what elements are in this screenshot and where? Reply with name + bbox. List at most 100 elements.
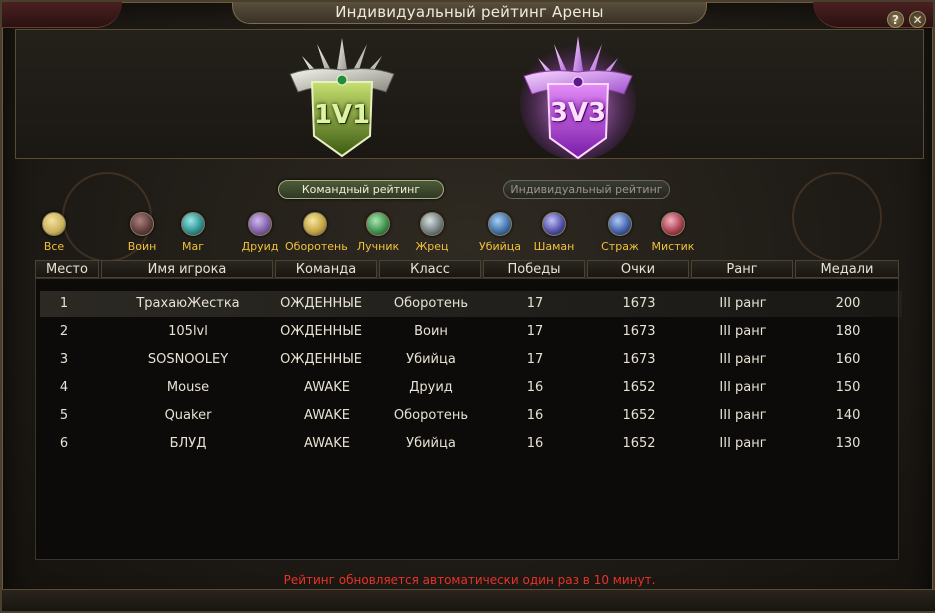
cell-medals: 200 bbox=[835, 296, 861, 311]
ranking-table-body: 1 ТрахаюЖестка ОЖДЕННЫЕ Оборотень 17 167… bbox=[35, 278, 902, 560]
column-header-medals[interactable]: Медали bbox=[795, 260, 899, 278]
cell-wins: 16 bbox=[526, 380, 544, 395]
cell-team: AWAKE bbox=[304, 408, 350, 423]
class-filter-label: Мистик bbox=[651, 240, 695, 253]
window-title: Индивидуальный рейтинг Арены bbox=[335, 3, 604, 21]
cell-points: 1673 bbox=[622, 352, 656, 367]
cell-wins: 16 bbox=[526, 408, 544, 423]
cell-place: 5 bbox=[59, 408, 69, 423]
cell-place: 1 bbox=[59, 296, 69, 311]
cell-class: Оборотень bbox=[393, 296, 469, 311]
arena-rating-window: Индивидуальный рейтинг Арены ? ✕ 1V1 3V3… bbox=[0, 0, 935, 613]
update-notice: Рейтинг обновляется автоматически один р… bbox=[283, 573, 656, 587]
cell-class: Друид bbox=[409, 380, 453, 395]
ranking-table-header: Место Имя игрока Команда Класс Победы Оч… bbox=[35, 260, 899, 278]
class-filter-all[interactable]: Все bbox=[24, 212, 84, 253]
cell-class: Убийца bbox=[406, 436, 456, 451]
column-header-wins[interactable]: Победы bbox=[483, 260, 585, 278]
archer-icon bbox=[366, 212, 390, 236]
cell-team: AWAKE bbox=[304, 436, 350, 451]
cell-player: SOSNOOLEY bbox=[147, 352, 229, 367]
cell-team: ОЖДЕННЫЕ bbox=[280, 296, 362, 311]
column-header-player[interactable]: Имя игрока bbox=[101, 260, 273, 278]
class-filter-guardian[interactable]: Страж bbox=[590, 212, 650, 253]
cell-place: 2 bbox=[59, 324, 69, 339]
cell-rank: III ранг bbox=[719, 380, 767, 395]
cell-class: Убийца bbox=[406, 352, 456, 367]
table-row[interactable]: 3 SOSNOOLEY ОЖДЕННЫЕ Убийца 17 1673 III … bbox=[40, 347, 902, 373]
column-header-team[interactable]: Команда bbox=[275, 260, 377, 278]
cell-class: Оборотень bbox=[393, 408, 469, 423]
cell-class: Воин bbox=[414, 324, 448, 339]
cell-place: 6 bbox=[59, 436, 69, 451]
class-filter-mystic[interactable]: Мистик bbox=[643, 212, 703, 253]
cell-player: БЛУД bbox=[169, 436, 207, 451]
class-filter-label: Друид bbox=[241, 240, 279, 253]
cell-medals: 160 bbox=[835, 352, 861, 367]
mystic-icon bbox=[661, 212, 685, 236]
class-filter-label: Все bbox=[43, 240, 65, 253]
cell-medals: 150 bbox=[835, 380, 861, 395]
druid-icon bbox=[248, 212, 272, 236]
shaman-icon bbox=[542, 212, 566, 236]
cell-rank: III ранг bbox=[719, 352, 767, 367]
cell-medals: 130 bbox=[835, 436, 861, 451]
title-bar: Индивидуальный рейтинг Арены bbox=[232, 2, 707, 24]
cell-player: ТрахаюЖестка bbox=[136, 296, 240, 311]
shield-1v1-icon bbox=[289, 38, 395, 158]
table-row[interactable]: 5 Quaker AWAKE Оборотень 16 1652 III ран… bbox=[40, 403, 902, 429]
mode-1v1-emblem[interactable]: 1V1 bbox=[282, 36, 402, 158]
corner-ornament-left bbox=[2, 2, 122, 28]
column-header-points[interactable]: Очки bbox=[587, 260, 689, 278]
class-filter-label: Страж bbox=[601, 240, 639, 253]
column-header-class[interactable]: Класс bbox=[379, 260, 481, 278]
cell-medals: 180 bbox=[835, 324, 861, 339]
cell-team: AWAKE bbox=[304, 380, 350, 395]
table-row[interactable]: 6 БЛУД AWAKE Убийца 16 1652 III ранг 130 bbox=[40, 431, 902, 457]
cell-rank: III ранг bbox=[719, 324, 767, 339]
cell-player: Mouse bbox=[166, 380, 210, 395]
table-row[interactable]: 2 105lvl ОЖДЕННЫЕ Воин 17 1673 III ранг … bbox=[40, 319, 902, 345]
class-filter-label: Оборотень bbox=[285, 240, 348, 253]
mode-3v3-emblem[interactable]: 3V3 bbox=[516, 36, 640, 160]
table-row[interactable]: 1 ТрахаюЖестка ОЖДЕННЫЕ Оборотень 17 167… bbox=[40, 291, 902, 317]
class-filter-werewolf[interactable]: Оборотень bbox=[285, 212, 348, 253]
table-row[interactable]: 4 Mouse AWAKE Друид 16 1652 III ранг 150 bbox=[40, 375, 902, 401]
cell-points: 1673 bbox=[622, 296, 656, 311]
werewolf-icon bbox=[303, 212, 327, 236]
warrior-icon bbox=[130, 212, 154, 236]
cell-wins: 17 bbox=[526, 324, 544, 339]
help-button[interactable]: ? bbox=[887, 11, 904, 28]
cell-points: 1652 bbox=[622, 408, 656, 423]
column-header-rank[interactable]: Ранг bbox=[691, 260, 793, 278]
cell-place: 4 bbox=[59, 380, 69, 395]
cell-points: 1673 bbox=[622, 324, 656, 339]
assassin-icon bbox=[488, 212, 512, 236]
mage-icon bbox=[181, 212, 205, 236]
cell-medals: 140 bbox=[835, 408, 861, 423]
cell-wins: 17 bbox=[526, 296, 544, 311]
cell-player: Quaker bbox=[164, 408, 212, 423]
cell-rank: III ранг bbox=[719, 436, 767, 451]
tab-team-rating[interactable]: Командный рейтинг bbox=[278, 180, 444, 199]
class-filter-label: Лучник bbox=[356, 240, 400, 253]
cell-place: 3 bbox=[59, 352, 69, 367]
tab-individual-rating[interactable]: Индивидуальный рейтинг bbox=[503, 180, 670, 199]
ornament-right bbox=[792, 172, 882, 262]
class-filter-label: Шаман bbox=[533, 240, 575, 253]
cell-rank: III ранг bbox=[719, 296, 767, 311]
class-filter-archer[interactable]: Лучник bbox=[348, 212, 408, 253]
class-filter-druid[interactable]: Друид bbox=[230, 212, 290, 253]
priest-icon bbox=[420, 212, 444, 236]
class-filter-shaman[interactable]: Шаман bbox=[524, 212, 584, 253]
class-filter-priest[interactable]: Жрец bbox=[402, 212, 462, 253]
mode-panel bbox=[15, 29, 924, 159]
close-button[interactable]: ✕ bbox=[909, 11, 926, 28]
class-filter-assassin[interactable]: Убийца bbox=[470, 212, 530, 253]
class-filter-label: Убийца bbox=[478, 240, 521, 253]
cell-wins: 16 bbox=[526, 436, 544, 451]
mode-1v1-label: 1V1 bbox=[313, 100, 371, 130]
column-header-place[interactable]: Место bbox=[35, 260, 99, 278]
class-filter-mage[interactable]: Маг bbox=[163, 212, 223, 253]
cell-player: 105lvl bbox=[168, 324, 208, 339]
